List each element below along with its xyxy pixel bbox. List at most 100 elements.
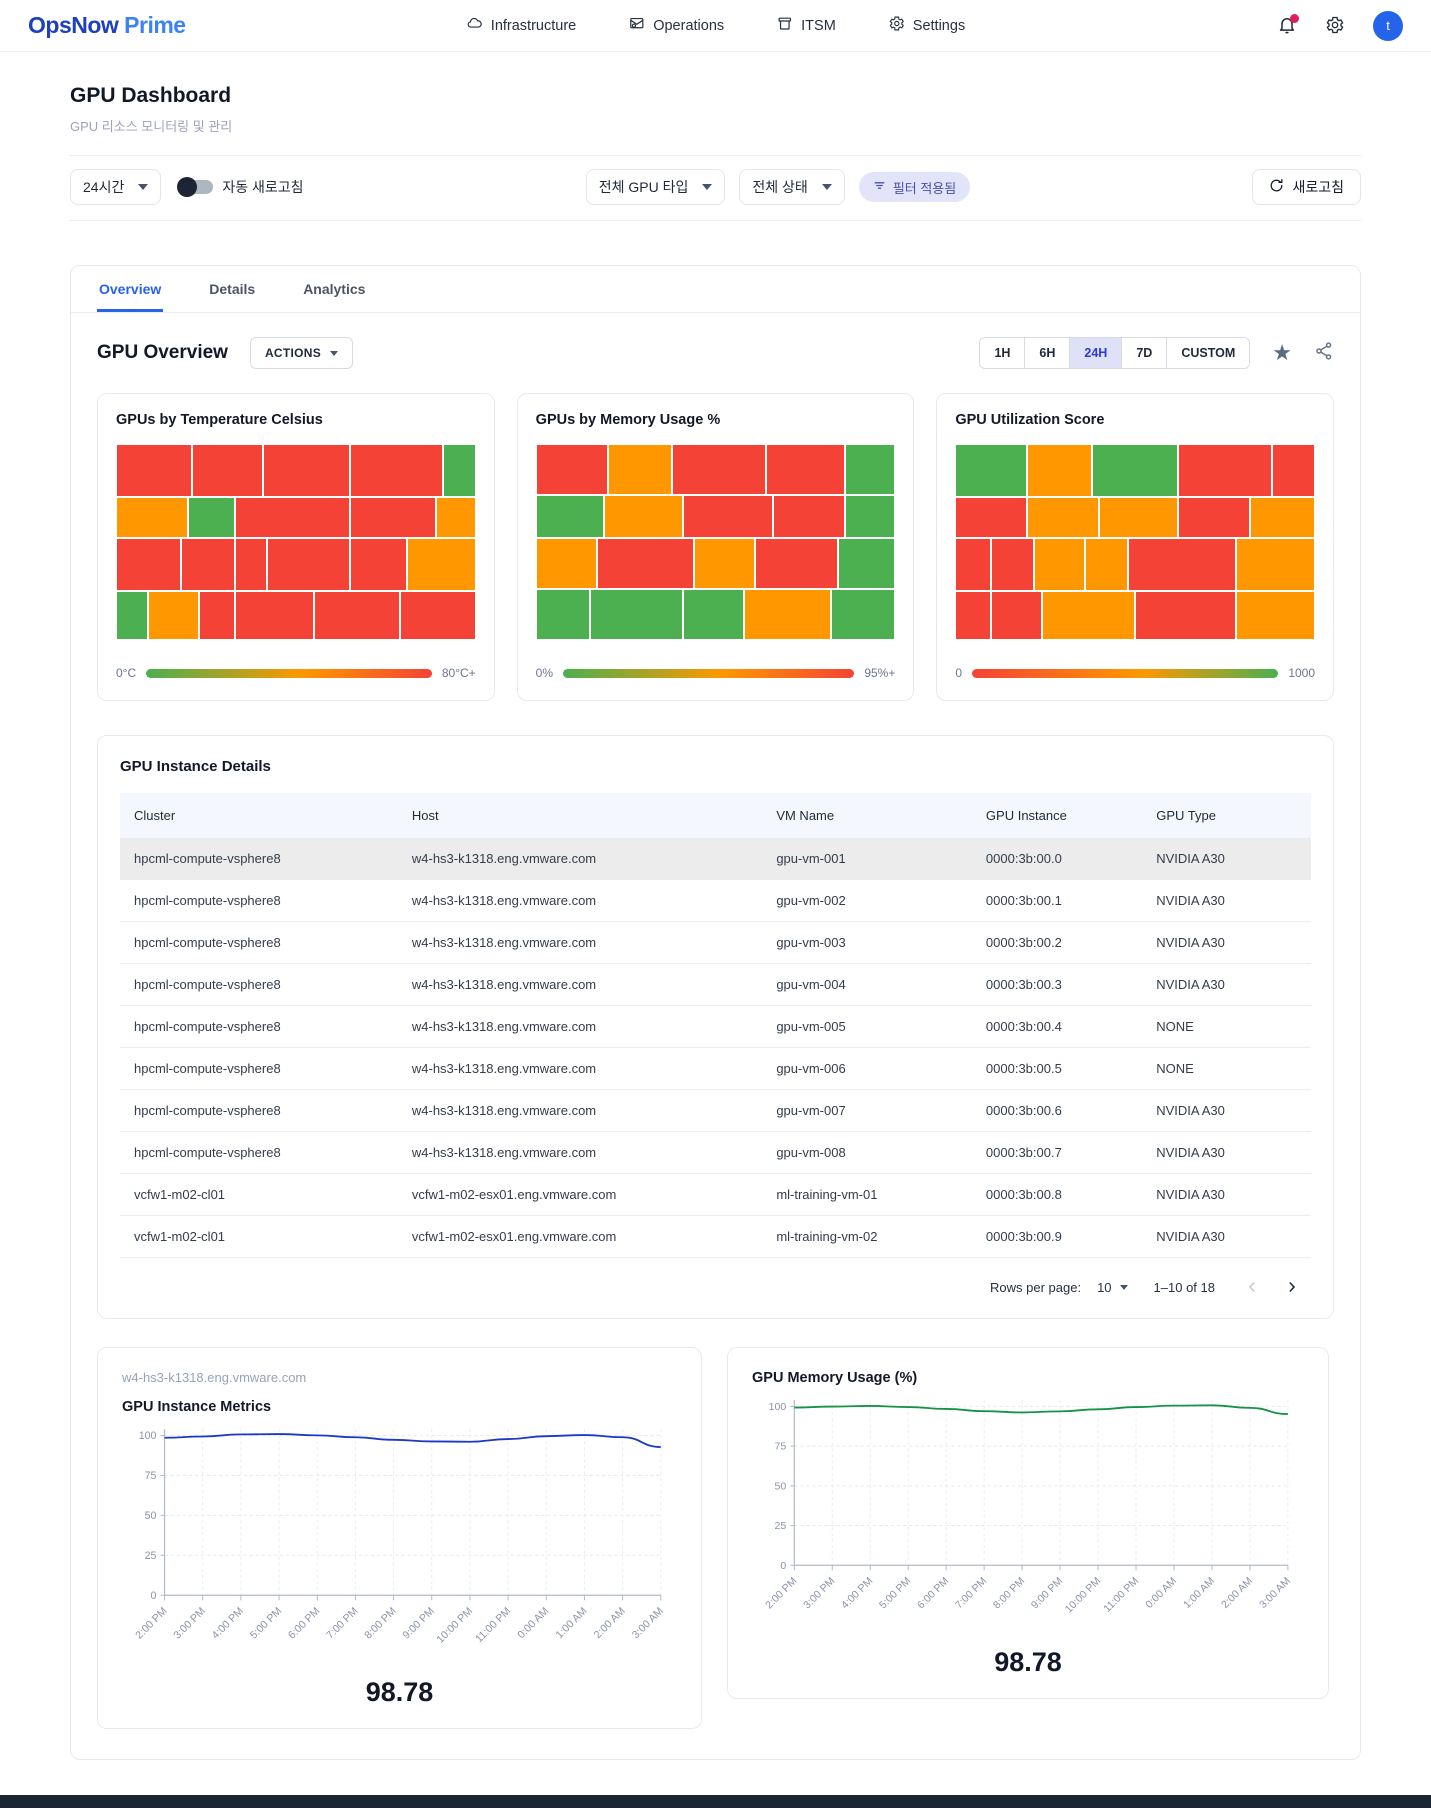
treemap-chart[interactable] <box>955 444 1315 640</box>
treemap-tile[interactable] <box>116 591 148 640</box>
treemap-tile[interactable] <box>116 444 192 497</box>
treemap-tile[interactable] <box>350 444 444 497</box>
time-range-select[interactable]: 24시간 <box>70 169 161 205</box>
treemap-tile[interactable] <box>536 495 604 538</box>
treemap-tile[interactable] <box>181 538 235 591</box>
treemap-tile[interactable] <box>831 589 896 640</box>
treemap-tile[interactable] <box>991 538 1034 591</box>
auto-refresh-toggle[interactable] <box>179 180 213 194</box>
table-row[interactable]: vcfw1-m02-cl01vcfw1-m02-esx01.eng.vmware… <box>120 1216 1311 1258</box>
treemap-tile[interactable] <box>235 591 314 640</box>
nav-item-settings[interactable]: Settings <box>888 15 965 36</box>
treemap-tile[interactable] <box>604 495 683 538</box>
treemap-tile[interactable] <box>1034 538 1084 591</box>
share-icon[interactable] <box>1314 341 1334 366</box>
treemap-tile[interactable] <box>608 444 673 495</box>
actions-button[interactable]: ACTIONS <box>250 337 353 369</box>
notifications-button[interactable] <box>1277 15 1299 37</box>
tab-analytics[interactable]: Analytics <box>301 266 367 312</box>
treemap-tile[interactable] <box>683 495 773 538</box>
treemap-tile[interactable] <box>536 444 608 495</box>
treemap-tile[interactable] <box>766 444 845 495</box>
settings-button[interactable] <box>1325 15 1347 37</box>
treemap-tile[interactable] <box>148 591 198 640</box>
treemap-tile[interactable] <box>350 538 408 591</box>
treemap-tile[interactable] <box>845 495 895 538</box>
table-row[interactable]: hpcml-compute-vsphere8w4-hs3-k1318.eng.v… <box>120 922 1311 964</box>
range-button-1h[interactable]: 1H <box>980 338 1024 368</box>
range-button-24h[interactable]: 24H <box>1069 338 1121 368</box>
treemap-tile[interactable] <box>188 497 235 538</box>
user-avatar[interactable]: t <box>1373 11 1403 41</box>
refresh-button[interactable]: 새로고침 <box>1252 169 1361 205</box>
treemap-tile[interactable] <box>199 591 235 640</box>
treemap-tile[interactable] <box>536 538 597 589</box>
range-button-7d[interactable]: 7D <box>1121 338 1166 368</box>
treemap-tile[interactable] <box>683 589 744 640</box>
table-row[interactable]: hpcml-compute-vsphere8w4-hs3-k1318.eng.v… <box>120 1006 1311 1048</box>
gpu-type-select[interactable]: 전체 GPU 타입 <box>586 169 726 205</box>
treemap-tile[interactable] <box>694 538 755 589</box>
treemap-tile[interactable] <box>267 538 350 591</box>
treemap-tile[interactable] <box>1092 444 1178 497</box>
treemap-tile[interactable] <box>1236 591 1315 640</box>
treemap-tile[interactable] <box>263 444 349 497</box>
treemap-tile[interactable] <box>1027 444 1092 497</box>
treemap-tile[interactable] <box>838 538 896 589</box>
tab-overview[interactable]: Overview <box>97 266 163 312</box>
treemap-tile[interactable] <box>1085 538 1128 591</box>
table-row[interactable]: hpcml-compute-vsphere8w4-hs3-k1318.eng.v… <box>120 1132 1311 1174</box>
nav-item-itsm[interactable]: ITSM <box>776 15 836 36</box>
status-select[interactable]: 전체 상태 <box>739 169 844 205</box>
treemap-chart[interactable] <box>536 444 896 640</box>
table-row[interactable]: hpcml-compute-vsphere8w4-hs3-k1318.eng.v… <box>120 964 1311 1006</box>
treemap-tile[interactable] <box>991 591 1041 640</box>
treemap-tile[interactable] <box>536 589 590 640</box>
prev-page-button[interactable] <box>1241 1276 1263 1298</box>
treemap-tile[interactable] <box>116 538 181 591</box>
treemap-tile[interactable] <box>350 497 436 538</box>
rows-per-page-control[interactable]: Rows per page: 10 <box>990 1280 1128 1295</box>
treemap-tile[interactable] <box>672 444 766 495</box>
table-row[interactable]: hpcml-compute-vsphere8w4-hs3-k1318.eng.v… <box>120 1090 1311 1132</box>
treemap-tile[interactable] <box>597 538 694 589</box>
treemap-tile[interactable] <box>192 444 264 497</box>
range-button-custom[interactable]: CUSTOM <box>1166 338 1249 368</box>
treemap-tile[interactable] <box>1042 591 1136 640</box>
table-row[interactable]: hpcml-compute-vsphere8w4-hs3-k1318.eng.v… <box>120 838 1311 880</box>
table-row[interactable]: vcfw1-m02-cl01vcfw1-m02-esx01.eng.vmware… <box>120 1174 1311 1216</box>
treemap-tile[interactable] <box>1272 444 1315 497</box>
treemap-tile[interactable] <box>773 495 845 538</box>
treemap-tile[interactable] <box>955 591 991 640</box>
app-logo[interactable]: OpsNow Prime <box>28 12 186 39</box>
range-button-6h[interactable]: 6H <box>1024 338 1069 368</box>
treemap-tile[interactable] <box>400 591 476 640</box>
treemap-tile[interactable] <box>407 538 475 591</box>
treemap-tile[interactable] <box>1250 497 1315 538</box>
tab-details[interactable]: Details <box>207 266 257 312</box>
treemap-tile[interactable] <box>1027 497 1099 538</box>
treemap-tile[interactable] <box>755 538 838 589</box>
treemap-tile[interactable] <box>116 497 188 538</box>
treemap-tile[interactable] <box>845 444 895 495</box>
treemap-tile[interactable] <box>1178 497 1250 538</box>
treemap-tile[interactable] <box>955 538 991 591</box>
treemap-tile[interactable] <box>1099 497 1178 538</box>
treemap-tile[interactable] <box>590 589 684 640</box>
nav-item-infrastructure[interactable]: Infrastructure <box>466 15 576 36</box>
treemap-tile[interactable] <box>955 497 1027 538</box>
treemap-tile[interactable] <box>1128 538 1236 591</box>
table-row[interactable]: hpcml-compute-vsphere8w4-hs3-k1318.eng.v… <box>120 880 1311 922</box>
treemap-tile[interactable] <box>1178 444 1272 497</box>
treemap-tile[interactable] <box>1135 591 1236 640</box>
treemap-tile[interactable] <box>955 444 1027 497</box>
next-page-button[interactable] <box>1281 1276 1303 1298</box>
treemap-tile[interactable] <box>436 497 476 538</box>
filter-applied-chip[interactable]: 필터 적용됨 <box>859 172 970 202</box>
treemap-tile[interactable] <box>235 497 350 538</box>
treemap-tile[interactable] <box>744 589 830 640</box>
treemap-tile[interactable] <box>314 591 400 640</box>
treemap-tile[interactable] <box>1236 538 1315 591</box>
treemap-chart[interactable] <box>116 444 476 640</box>
treemap-tile[interactable] <box>235 538 267 591</box>
